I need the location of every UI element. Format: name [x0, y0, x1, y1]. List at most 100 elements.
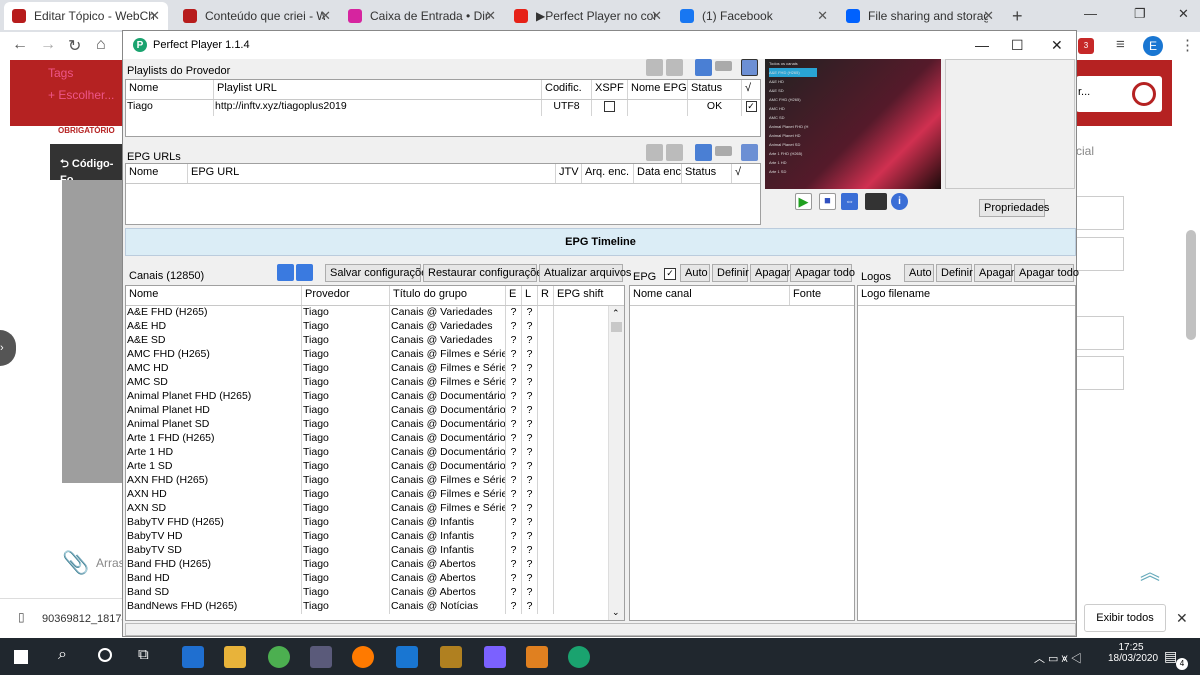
close-icon[interactable]: ✕: [1178, 6, 1189, 22]
channel-flag[interactable]: ?: [522, 362, 538, 376]
channel-flag[interactable]: ?: [522, 600, 538, 614]
scroll-up-icon[interactable]: ⌃: [612, 308, 620, 319]
browser-tab[interactable]: File sharing and storage ✕: [838, 2, 1002, 30]
forward-icon[interactable]: →: [40, 36, 56, 54]
epg-shift-cell[interactable]: [554, 446, 610, 460]
screen-icon[interactable]: [865, 193, 887, 210]
column-header[interactable]: Status: [688, 80, 742, 99]
table-row[interactable]: Animal Planet HD Tiago Canais @ Documentár…: [126, 404, 624, 418]
channel-flag[interactable]: ?: [506, 446, 522, 460]
epg-shift-cell[interactable]: [554, 320, 610, 334]
channel-flag[interactable]: ?: [522, 544, 538, 558]
page-field[interactable]: [1076, 237, 1124, 271]
column-header[interactable]: √: [732, 164, 760, 183]
column-header[interactable]: Nome canal: [630, 286, 790, 305]
epg-shift-cell[interactable]: [554, 348, 610, 362]
table-row[interactable]: A&E HD Tiago Canais @ Variedades??: [126, 320, 624, 334]
logos-auto-button[interactable]: Auto: [904, 264, 934, 282]
tab-close-icon[interactable]: ✕: [149, 8, 160, 24]
channel-flag[interactable]: ?: [522, 572, 538, 586]
browser-tab[interactable]: Editar Tópico - WebChe ✕: [4, 2, 168, 30]
remove-icon[interactable]: [715, 146, 732, 156]
column-header[interactable]: √: [742, 80, 760, 99]
channel-flag[interactable]: ?: [522, 418, 538, 432]
column-header[interactable]: Data enc.: [634, 164, 682, 183]
show-all-button[interactable]: Exibir todos: [1084, 604, 1166, 632]
channel-flag[interactable]: ?: [522, 460, 538, 474]
channel-flag[interactable]: ?: [522, 432, 538, 446]
remove-icon[interactable]: [715, 61, 732, 71]
table-row[interactable]: AMC HD Tiago Canais @ Filmes e Séries??: [126, 362, 624, 376]
search-icon[interactable]: ⌕: [58, 646, 67, 664]
channel-flag[interactable]: [538, 558, 554, 572]
channel-flag[interactable]: ?: [522, 334, 538, 348]
epg-delete-all-button[interactable]: Apagar todo: [790, 264, 855, 282]
page-scrollbar[interactable]: [1186, 230, 1196, 340]
epg-shift-cell[interactable]: [554, 502, 610, 516]
channel-flag[interactable]: [538, 446, 554, 460]
column-header[interactable]: Arq. enc.: [582, 164, 634, 183]
epg-shift-cell[interactable]: [554, 544, 610, 558]
playlist-menu-icon[interactable]: [741, 59, 758, 76]
column-header[interactable]: EPG shift: [554, 286, 610, 305]
table-row[interactable]: A&E SD Tiago Canais @ Variedades??: [126, 334, 624, 348]
table-row[interactable]: BabyTV FHD (H265) Tiago Canais @ Infantis?…: [126, 516, 624, 530]
app-icon[interactable]: [440, 646, 462, 668]
epg-shift-cell[interactable]: [554, 488, 610, 502]
channel-flag[interactable]: [538, 600, 554, 614]
channel-flag[interactable]: ?: [522, 306, 538, 320]
channel-flag[interactable]: ?: [506, 404, 522, 418]
channel-flag[interactable]: ?: [506, 306, 522, 320]
channel-flag[interactable]: ?: [522, 502, 538, 516]
close-download-icon[interactable]: ✕: [1176, 610, 1188, 627]
channel-flag[interactable]: ?: [522, 474, 538, 488]
move-up-icon[interactable]: [646, 59, 663, 76]
tab-close-icon[interactable]: ✕: [320, 8, 331, 24]
channel-flag[interactable]: ?: [522, 376, 538, 390]
channel-flag[interactable]: [538, 516, 554, 530]
cortana-icon[interactable]: [98, 648, 112, 662]
column-header[interactable]: JTV: [556, 164, 582, 183]
back-icon[interactable]: ←: [12, 36, 28, 54]
edge-icon[interactable]: [182, 646, 204, 668]
switch-icon[interactable]: ⇔: [841, 193, 858, 210]
play-icon[interactable]: ▶: [795, 193, 812, 210]
properties-button[interactable]: Propriedades: [979, 199, 1049, 217]
stop-icon[interactable]: ■: [819, 193, 836, 210]
channel-flag[interactable]: [538, 376, 554, 390]
page-field[interactable]: [1076, 356, 1124, 390]
scroll-top-icon[interactable]: ︽: [1140, 556, 1160, 585]
attach-icon[interactable]: 📎: [62, 550, 89, 576]
extension-icon[interactable]: 3: [1078, 38, 1094, 54]
add-icon[interactable]: [695, 59, 712, 76]
table-row[interactable]: Animal Planet SD Tiago Canais @ Documentár…: [126, 418, 624, 432]
app-icon[interactable]: [526, 646, 548, 668]
channel-flag[interactable]: ?: [506, 544, 522, 558]
tab-close-icon[interactable]: ✕: [817, 8, 828, 24]
epg-delete-button[interactable]: Apagar: [750, 264, 790, 282]
epg-define-button[interactable]: Definir: [712, 264, 749, 282]
channel-flag[interactable]: ?: [522, 558, 538, 572]
channel-flag[interactable]: ?: [522, 530, 538, 544]
new-tab-button[interactable]: +: [1012, 6, 1023, 27]
table-row[interactable]: AMC FHD (H265) Tiago Canais @ Filmes e Sér…: [126, 348, 624, 362]
column-header[interactable]: Playlist URL: [214, 80, 542, 99]
epg-shift-cell[interactable]: [554, 572, 610, 586]
channel-flag[interactable]: [538, 488, 554, 502]
minimize-icon[interactable]: —: [1084, 6, 1097, 21]
epg-shift-cell[interactable]: [554, 376, 610, 390]
channel-flag[interactable]: [538, 460, 554, 474]
epg-timeline[interactable]: EPG Timeline: [125, 228, 1076, 256]
table-row[interactable]: AXN FHD (H265) Tiago Canais @ Filmes e Sér…: [126, 474, 624, 488]
restore-settings-button[interactable]: Restaurar configurações: [423, 264, 548, 282]
epg-shift-cell[interactable]: [554, 558, 610, 572]
code-button[interactable]: ⮌ Código-Fo: [50, 144, 124, 186]
column-header[interactable]: R: [538, 286, 554, 305]
epg-shift-cell[interactable]: [554, 404, 610, 418]
channel-flag[interactable]: ?: [506, 334, 522, 348]
column-header[interactable]: Nome: [126, 164, 188, 183]
table-row[interactable]: Arte 1 SD Tiago Canais @ Documentários??: [126, 460, 624, 474]
chrome-icon[interactable]: [268, 646, 290, 668]
epg-shift-cell[interactable]: [554, 418, 610, 432]
column-header[interactable]: Status: [682, 164, 732, 183]
